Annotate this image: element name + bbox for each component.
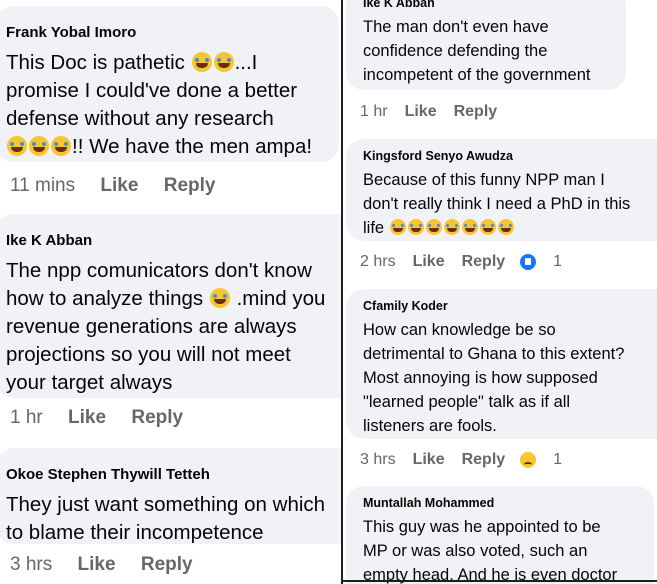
- comment-timestamp[interactable]: 11 mins: [10, 175, 75, 196]
- comment-meta-row: 3 hrs Like Reply: [10, 554, 213, 576]
- comment-text-line: Because of this funny NPP man I: [363, 171, 605, 189]
- comment-text-line: !! We have the men ampa!: [72, 135, 313, 158]
- comment-author[interactable]: Kingsford Senyo Awudza: [363, 149, 648, 163]
- comment-timestamp[interactable]: 2 hrs: [360, 253, 396, 271]
- comment-text: This guy was he appointed to be MP or wa…: [363, 515, 640, 584]
- comment-timestamp[interactable]: 1 hr: [360, 103, 388, 121]
- laughing-tears-emoji-icon: [29, 136, 49, 156]
- bottom-border: [343, 580, 657, 582]
- comment-text-line: How can knowledge be so: [363, 321, 556, 339]
- comment-text-line: revenue generations are always: [6, 315, 297, 338]
- comment-timestamp[interactable]: 3 hrs: [360, 451, 396, 469]
- reply-button[interactable]: Reply: [462, 253, 506, 271]
- reaction-count: 1: [553, 253, 563, 270]
- reply-button[interactable]: Reply: [454, 103, 498, 121]
- comment-timestamp[interactable]: 3 hrs: [10, 554, 52, 575]
- rolling-laughing-emoji-icon: [389, 219, 406, 235]
- comment-text: They just want something on which to bla…: [6, 491, 332, 547]
- comment-text: Because of this funny NPP man I don't re…: [363, 168, 648, 240]
- rolling-laughing-emoji-icon: [443, 219, 460, 235]
- comment-text-line: don't really think I need a PhD in this: [363, 195, 631, 213]
- like-button[interactable]: Like: [413, 253, 445, 271]
- comment-bubble: Cfamily Koder How can knowledge be so de…: [346, 289, 657, 439]
- laughing-tears-emoji-icon: [7, 136, 27, 156]
- comment-text-line: how to analyze things: [6, 287, 204, 310]
- comment-text-suffix: ...I: [234, 51, 258, 74]
- comment-text-line: incompetent of the government: [363, 66, 591, 84]
- comment-text-line: to blame their incompetence: [6, 521, 264, 544]
- comment-text-line: promise I could've done a better: [6, 79, 298, 102]
- comment-bubble: Muntallah Mohammed This guy was he appoi…: [346, 486, 654, 584]
- comment-text-line: "learned people" talk as if all: [363, 393, 571, 411]
- comment-meta-row: 1 hr Like Reply: [360, 103, 514, 121]
- comment-author[interactable]: Ike K Abban: [6, 232, 332, 249]
- rolling-laughing-emoji-icon: [407, 219, 424, 235]
- reply-button[interactable]: Reply: [164, 175, 216, 196]
- rolling-laughing-emoji-icon: [479, 219, 496, 235]
- reaction-summary[interactable]: 1: [520, 253, 579, 271]
- comment-bubble: Kingsford Senyo Awudza Because of this f…: [346, 139, 657, 241]
- rolling-laughing-emoji-icon: [461, 219, 478, 235]
- laughing-tears-emoji-icon: [209, 288, 230, 308]
- rolling-laughing-emoji-icon: [425, 219, 442, 235]
- comment-text-line: projections so you will not meet: [6, 343, 291, 366]
- comment-text-line: life: [363, 219, 385, 237]
- laughing-tears-emoji-icon: [213, 52, 234, 72]
- like-button[interactable]: Like: [78, 554, 116, 575]
- comment-text-line: This guy was he appointed to be: [363, 518, 601, 536]
- comment-bubble: Ike K Abban The man don't even have conf…: [346, 0, 626, 90]
- comment-text-line: This Doc is pathetic: [6, 51, 185, 74]
- sad-reaction-icon: [520, 452, 537, 468]
- right-comment-column: Ike K Abban The man don't even have conf…: [343, 0, 657, 584]
- comment-meta-row: 3 hrs Like Reply 1: [360, 451, 596, 469]
- reply-button[interactable]: Reply: [131, 407, 183, 428]
- comment-timestamp[interactable]: 1 hr: [10, 407, 43, 428]
- comment-bubble: Frank Yobal Imoro This Doc is pathetic .…: [0, 6, 339, 162]
- comment-author[interactable]: Okoe Stephen Thywill Tetteh: [6, 466, 332, 483]
- comment-text-line: confidence defending the: [363, 42, 548, 60]
- comment-text-line: MP or was also voted, such an: [363, 542, 588, 560]
- like-button[interactable]: Like: [100, 175, 138, 196]
- comment-text-line: The npp comunicators don't know: [6, 259, 312, 282]
- like-button[interactable]: Like: [405, 103, 437, 121]
- comment-text-line: listeners are fools.: [363, 417, 497, 435]
- comment-text-line: detrimental to Ghana to this extent?: [363, 345, 625, 363]
- like-button[interactable]: Like: [68, 407, 106, 428]
- comment-author[interactable]: Frank Yobal Imoro: [6, 24, 329, 41]
- like-button[interactable]: Like: [413, 451, 445, 469]
- left-comment-column: Frank Yobal Imoro This Doc is pathetic .…: [0, 0, 342, 584]
- comment-author[interactable]: Cfamily Koder: [363, 299, 648, 313]
- comment-text-suffix: .mind you: [236, 287, 326, 310]
- like-reaction-icon: [520, 254, 537, 270]
- rolling-laughing-emoji-icon: [497, 219, 514, 235]
- comment-text: The npp comunicators don't know how to a…: [6, 257, 332, 397]
- comment-text-line: your target always: [6, 371, 173, 394]
- comment-author[interactable]: Ike K Abban: [363, 0, 612, 10]
- comment-text: This Doc is pathetic ...I promise I coul…: [6, 49, 329, 161]
- comment-text-line: Most annoying is how supposed: [363, 369, 598, 387]
- comment-bubble: Ike K Abban The npp comunicators don't k…: [0, 214, 342, 398]
- comment-text: How can knowledge be so detrimental to G…: [363, 318, 648, 438]
- reply-button[interactable]: Reply: [462, 451, 506, 469]
- laughing-tears-emoji-icon: [51, 136, 71, 156]
- comment-meta-row: 11 mins Like Reply: [10, 175, 235, 197]
- comment-meta-row: 1 hr Like Reply: [10, 407, 203, 429]
- comment-author[interactable]: Muntallah Mohammed: [363, 496, 640, 510]
- comment-text-line: They just want something on which: [6, 493, 326, 516]
- comment-text: The man don't even have confidence defen…: [363, 15, 612, 87]
- laughing-tears-emoji-icon: [191, 52, 212, 72]
- reply-button[interactable]: Reply: [141, 554, 193, 575]
- comment-bubble: Okoe Stephen Thywill Tetteh They just wa…: [0, 448, 342, 544]
- reaction-count: 1: [553, 451, 563, 468]
- comment-meta-row: 2 hrs Like Reply 1: [360, 253, 596, 271]
- reaction-summary[interactable]: 1: [520, 451, 579, 469]
- comment-text-line: The man don't even have: [363, 18, 549, 36]
- comment-text-line: defense without any research: [6, 107, 274, 130]
